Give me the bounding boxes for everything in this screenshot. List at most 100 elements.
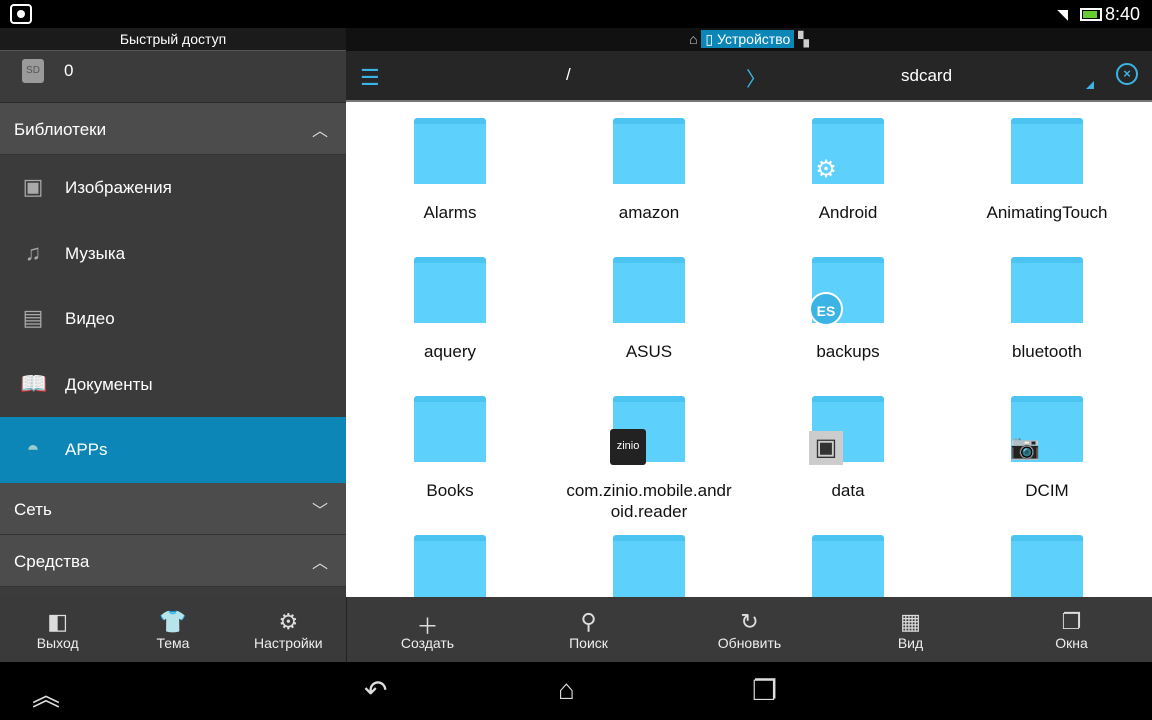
- camera-icon: 📷: [1010, 434, 1040, 461]
- screenshot-icon: [10, 4, 32, 24]
- windows-button[interactable]: ❐ Окна: [991, 597, 1152, 662]
- create-button[interactable]: ＋ Создать: [347, 597, 508, 662]
- file-browser: ⌂ ▯ Устройство ▚ ☰ / 〉 sdcard × Alarms am…: [346, 28, 1152, 597]
- folder-grid: Alarms amazon ⚙ Android AnimatingTouch aquery…: [346, 118, 1152, 597]
- android-icon: ◓: [26, 436, 40, 462]
- status-bar: ◥ 8:40: [0, 0, 1152, 28]
- folder-item[interactable]: [549, 535, 749, 597]
- settings-button[interactable]: ⚙ Настройки: [231, 597, 346, 662]
- exit-button[interactable]: ◧ Выход: [0, 597, 115, 662]
- folder-item[interactable]: [748, 535, 948, 597]
- sidebar-item-documents[interactable]: 📖 Документы: [0, 352, 346, 418]
- folder-name: Alarms: [423, 203, 477, 222]
- folder-item[interactable]: amazon: [549, 118, 749, 223]
- sd-card-icon: SD: [22, 59, 44, 83]
- sidebar-item-video[interactable]: ▤ Видео: [0, 286, 346, 352]
- network-device-icon[interactable]: ▚: [798, 31, 809, 47]
- path-bar: ☰ / 〉 sdcard ×: [346, 51, 1152, 102]
- folder-item[interactable]: ASUS: [549, 257, 749, 362]
- device-tab[interactable]: ▯ Устройство: [701, 30, 795, 48]
- video-icon: ▤: [22, 305, 44, 331]
- folder-name: bluetooth: [1012, 342, 1082, 361]
- folder-item[interactable]: Alarms: [350, 118, 550, 223]
- folder-name: aquery: [424, 342, 476, 361]
- folder-name: AnimatingTouch: [986, 203, 1108, 222]
- plus-icon: ＋: [416, 614, 439, 639]
- zinio-icon: zinio: [610, 429, 646, 465]
- home-nav-icon[interactable]: ⌂: [558, 674, 575, 706]
- folder-name: amazon: [618, 203, 680, 222]
- search-button[interactable]: ⚲ Поиск: [508, 597, 669, 662]
- button-label: Обновить: [717, 635, 782, 651]
- book-icon: 📖: [20, 370, 48, 396]
- item-label: Музыка: [65, 243, 126, 263]
- item-label: APPs: [65, 440, 108, 460]
- close-icon[interactable]: ×: [1116, 63, 1138, 85]
- back-icon[interactable]: ↶: [364, 674, 387, 707]
- location-bar: ⌂ ▯ Устройство ▚: [346, 28, 1152, 51]
- folder-icon: ▣: [809, 396, 884, 465]
- sidebar-item-music[interactable]: ♫ Музыка: [0, 221, 346, 287]
- refresh-button[interactable]: ↻ Обновить: [669, 597, 830, 662]
- app-icon: ▣: [809, 431, 843, 465]
- sidebar-item-images[interactable]: ▣ Изображения: [0, 155, 346, 221]
- chevron-up-icon: ︿: [311, 554, 328, 572]
- button-label: Создать: [400, 635, 455, 651]
- battery-icon: [1080, 8, 1102, 21]
- folder-item[interactable]: bluetooth: [947, 257, 1147, 362]
- folder-name: data: [831, 481, 865, 500]
- folder-icon: [414, 257, 486, 323]
- es-app-icon: ES: [809, 292, 843, 326]
- dropdown-triangle-icon[interactable]: [1086, 81, 1094, 89]
- theme-button[interactable]: 👕 Тема: [115, 597, 230, 662]
- folder-name: backups: [816, 342, 880, 361]
- menu-icon[interactable]: ☰: [360, 65, 380, 91]
- folder-item[interactable]: 📷 DCIM: [947, 396, 1147, 501]
- sidebar: Быстрый доступ SD 0 Библиотеки ︿ ▣ Изображ…: [0, 28, 346, 597]
- folder-icon: [613, 535, 685, 597]
- folder-item[interactable]: [947, 535, 1147, 597]
- refresh-icon: ↻: [740, 609, 759, 634]
- button-label: Настройки: [253, 635, 323, 651]
- button-label: Тема: [156, 635, 190, 651]
- section-tools[interactable]: Средства ︿: [0, 534, 346, 587]
- windows-icon: ❐: [1061, 609, 1082, 634]
- section-network[interactable]: Сеть ﹀: [0, 482, 346, 535]
- folder-item[interactable]: AnimatingTouch: [947, 118, 1147, 223]
- path-current[interactable]: sdcard: [901, 66, 952, 86]
- sidebar-item-apps[interactable]: ◓ APPs: [0, 417, 346, 483]
- sidebar-item-sdcard[interactable]: SD 0: [0, 51, 346, 103]
- view-button[interactable]: ▦ Вид: [830, 597, 991, 662]
- button-label: Вид: [897, 635, 924, 651]
- wifi-icon: ◥: [1057, 6, 1068, 22]
- device-label: Устройство: [717, 31, 791, 47]
- folder-icon: [613, 118, 685, 184]
- recent-apps-icon[interactable]: ❐: [752, 674, 777, 707]
- folder-icon: [414, 396, 486, 462]
- chevron-down-icon: ﹀: [311, 502, 328, 520]
- folder-name: Books: [426, 481, 474, 500]
- folder-icon: [414, 118, 486, 184]
- folder-item[interactable]: ⚙ Android: [748, 118, 948, 223]
- collapse-icon[interactable]: ︽: [32, 674, 60, 714]
- system-nav-bar: ︽ ↶ ⌂ ❐: [0, 662, 1152, 720]
- folder-icon: [1011, 257, 1083, 323]
- path-root[interactable]: /: [566, 65, 571, 85]
- folder-item[interactable]: [350, 535, 550, 597]
- tshirt-icon: 👕: [159, 609, 187, 634]
- sidebar-toolbar: ◧ Выход 👕 Тема ⚙ Настройки: [0, 597, 346, 662]
- section-label: Сеть: [14, 499, 52, 519]
- folder-item[interactable]: ▣ data: [748, 396, 948, 501]
- section-label: Средства: [14, 551, 90, 571]
- folder-item[interactable]: aquery: [350, 257, 550, 362]
- folder-icon: [414, 535, 486, 597]
- folder-icon: zinio: [610, 396, 685, 465]
- folder-icon: [613, 257, 685, 323]
- home-icon[interactable]: ⌂: [689, 31, 697, 47]
- section-libraries[interactable]: Библиотеки ︿: [0, 103, 346, 155]
- folder-item[interactable]: ES backups: [748, 257, 948, 362]
- button-label: Окна: [1055, 635, 1088, 651]
- folder-icon: ⚙: [812, 118, 884, 184]
- folder-item[interactable]: zinio com.zinio.mobile.android.reader: [549, 396, 749, 522]
- folder-item[interactable]: Books: [350, 396, 550, 501]
